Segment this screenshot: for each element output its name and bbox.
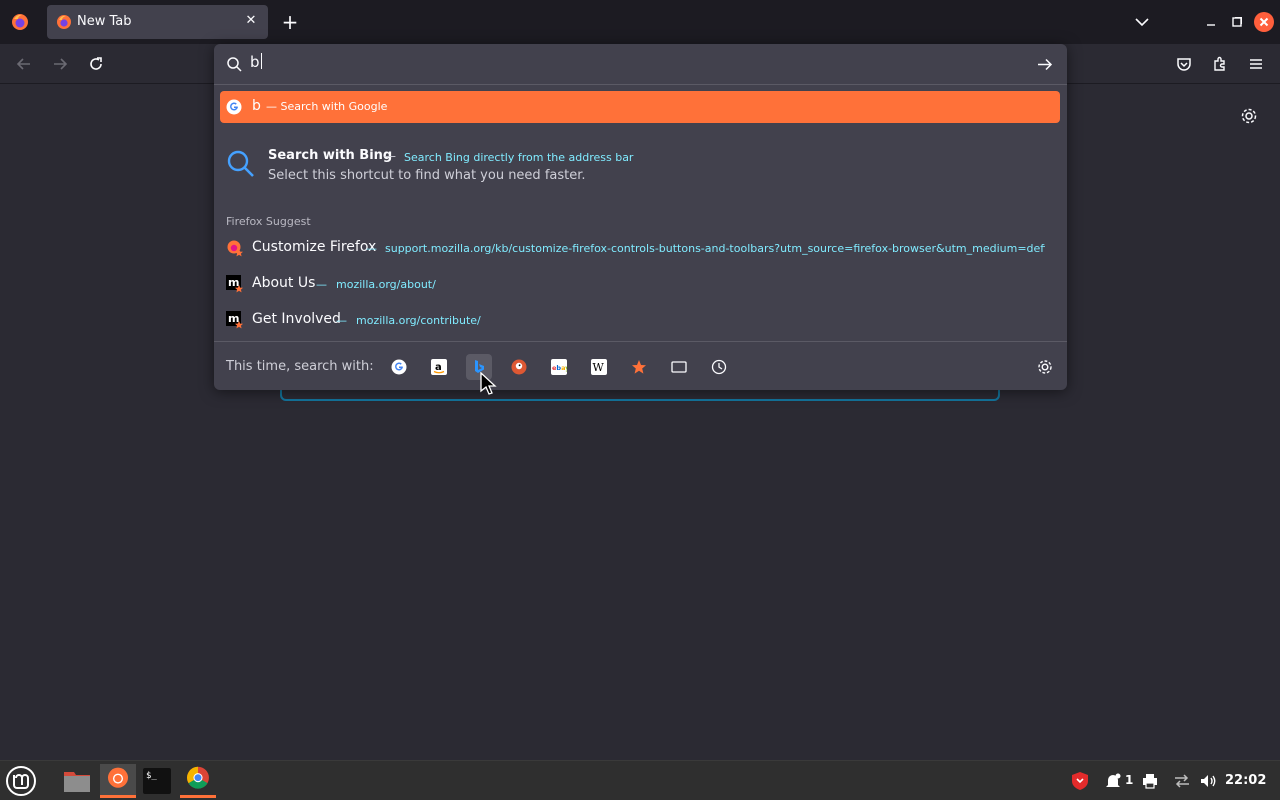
result-action: — Search with Google [266,100,388,113]
svg-text:m: m [228,312,239,325]
taskbar-chrome-button[interactable] [180,764,216,798]
suggestion-title: About Us [252,275,316,291]
result-separator: — [384,149,396,163]
result-description: Select this shortcut to find what you ne… [268,168,586,183]
shield-icon[interactable] [1070,771,1090,791]
search-icon [227,57,242,72]
firefox-suggest-heading: Firefox Suggest [226,215,311,228]
duckduckgo-icon [511,359,527,375]
result-search-bing[interactable]: Search with Bing — Search Bing directly … [220,144,1060,190]
engine-wikipedia-button[interactable]: W [586,354,612,380]
gear-icon[interactable] [1036,358,1054,376]
search-icon [227,150,254,177]
svg-text:W: W [593,361,605,374]
tab-new-tab[interactable]: New Tab ✕ [47,5,268,39]
close-icon [1259,17,1269,27]
taskbar-terminal-button[interactable]: $_ [139,764,175,798]
svg-text:ebay: ebay [552,364,567,372]
engine-ebay-button[interactable]: ebay [546,354,572,380]
suggestion-row[interactable]: m About Us — mozilla.org/about/ [220,269,1060,299]
firefox-view-icon[interactable] [9,11,31,33]
amazon-icon: a [431,359,447,375]
engine-amazon-button[interactable]: a [426,354,452,380]
history-button[interactable] [706,354,732,380]
engine-google-button[interactable] [386,354,412,380]
mouse-cursor-icon [480,372,497,395]
network-disconnected-icon[interactable] [1172,771,1192,791]
taskbar-files-button[interactable] [59,764,95,798]
firefox-icon [107,767,129,788]
volume-icon[interactable] [1198,771,1218,791]
back-icon[interactable] [14,54,34,74]
one-off-label: This time, search with: [226,359,374,374]
suggestion-row[interactable]: Customize Firefox — support.mozilla.org/… [220,233,1060,263]
forward-icon[interactable] [50,54,70,74]
bookmarks-icon [632,360,646,374]
urlbar-typed-text: b [250,53,260,71]
chevron-down-icon[interactable] [1132,12,1152,32]
tabs-icon [671,361,687,373]
close-window-button[interactable] [1254,12,1274,32]
google-icon [391,359,407,375]
svg-text:a: a [435,362,442,373]
taskbar-firefox-button[interactable] [100,764,136,798]
start-menu-button[interactable] [2,764,38,798]
svg-text:$_: $_ [146,771,157,781]
result-search-google[interactable]: b — Search with Google [220,91,1060,123]
history-icon [711,359,727,375]
notifications-icon[interactable] [1103,771,1123,791]
google-icon [226,99,242,115]
notification-count: 1 [1125,773,1134,787]
linux-mint-icon [6,766,36,796]
minimize-window-icon[interactable] [1203,14,1219,30]
ebay-icon: ebay [551,359,567,375]
engine-duckduckgo-button[interactable] [506,354,532,380]
suggestion-separator: — [316,278,327,291]
printer-icon[interactable] [1140,771,1160,791]
arrow-right-icon[interactable] [1036,56,1053,73]
result-title: Search with Bing [268,148,393,163]
tabs-button[interactable] [666,354,692,380]
suggestion-row[interactable]: m Get Involved — mozilla.org/contribute/ [220,305,1060,335]
clock[interactable]: 22:02 [1225,773,1266,788]
mozilla-bookmark-icon: m [226,311,243,329]
suggestion-title: Customize Firefox [252,239,377,255]
tab-title: New Tab [77,14,132,29]
terminal-icon: $_ [143,768,171,794]
result-query: b [252,98,261,114]
chrome-icon [187,766,209,789]
hamburger-menu-icon[interactable] [1246,54,1266,74]
result-subtitle: Search Bing directly from the address ba… [404,151,634,164]
suggestion-title: Get Involved [252,311,341,327]
wikipedia-icon: W [591,359,607,375]
tab-strip: New Tab ✕ + [0,0,1280,44]
text-caret [260,53,262,69]
new-tab-button[interactable]: + [278,10,302,34]
extensions-icon[interactable] [1210,54,1230,74]
suggestion-url: support.mozilla.org/kb/customize-firefox… [385,242,1045,255]
suggestion-separator: — [366,242,377,255]
urlbar-input-row[interactable]: b [214,44,1067,85]
bookmarks-button[interactable] [626,354,652,380]
folder-icon [64,772,90,792]
suggestion-url: mozilla.org/about/ [336,278,436,291]
firefox-bookmark-icon [227,240,243,257]
firefox-favicon-icon [57,15,71,29]
mozilla-bookmark-icon: m [226,275,243,293]
reload-icon[interactable] [86,54,106,74]
pocket-icon[interactable] [1174,54,1194,74]
suggestion-separator: — [336,314,347,327]
taskbar: $_ 1 22:02 [0,760,1280,800]
maximize-window-icon[interactable] [1229,14,1245,30]
suggestion-url: mozilla.org/contribute/ [356,314,481,327]
one-off-search-bar: This time, search with: a ebay W [214,341,1067,390]
urlbar-popup: b b — Search with Google Search with Bin… [214,44,1067,390]
svg-text:m: m [228,276,239,289]
gear-icon[interactable] [1239,106,1259,126]
urlbar-input[interactable]: b [250,53,262,71]
close-tab-icon[interactable]: ✕ [242,12,260,30]
